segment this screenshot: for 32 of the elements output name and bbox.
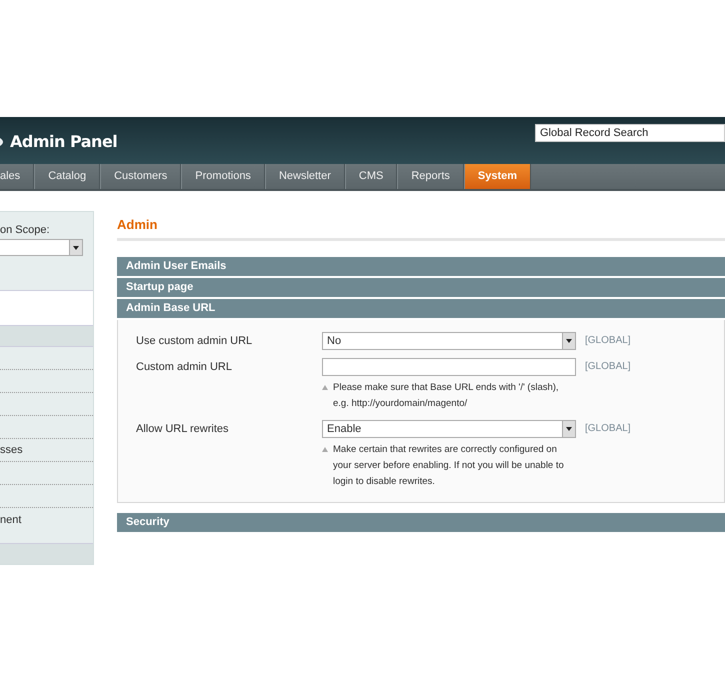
nav-tab[interactable]: ales — [0, 164, 34, 189]
field-label: Use custom admin URL — [136, 334, 254, 349]
nav-tab[interactable]: System — [464, 164, 532, 189]
scope-tag: [GLOBAL] — [585, 420, 631, 438]
nav-tab[interactable]: CMS — [344, 164, 398, 189]
scope-tag: [GLOBAL] — [585, 358, 631, 376]
triangle-icon — [322, 447, 328, 452]
scope-tag: [GLOBAL] — [585, 332, 631, 350]
search-field[interactable]: Global Record Search — [535, 124, 725, 142]
nav-tab[interactable]: Promotions — [181, 164, 265, 189]
nav-tab[interactable]: Customers — [100, 164, 182, 189]
triangle-icon — [322, 385, 328, 390]
sidebar-item[interactable]: sses — [0, 444, 23, 456]
section-header[interactable]: Admin User Emails — [117, 257, 725, 276]
select-field[interactable]: Enable — [322, 420, 576, 438]
logo-icon — [0, 136, 6, 146]
section-header[interactable]: Startup page — [117, 278, 725, 297]
section-header[interactable]: Security — [117, 513, 725, 532]
app-title: Admin Panel — [10, 132, 118, 151]
field-note: Please make sure that Base URL ends with '/' (slash), e.g. http://yourdomain/magento/ — [333, 381, 560, 411]
input-field[interactable] — [322, 358, 576, 376]
scope-label: on Scope: — [0, 224, 51, 236]
page-title: Admin — [117, 211, 725, 241]
nav-tab[interactable]: Catalog — [34, 164, 100, 189]
field-label: Custom admin URL — [136, 360, 233, 375]
sidebar-item[interactable]: nent — [0, 514, 22, 526]
section-header[interactable]: Admin Base URL — [117, 299, 725, 318]
scope-select[interactable] — [0, 239, 83, 256]
select-field[interactable]: No — [322, 332, 576, 350]
field-note: Make certain that rewrites are correctly configured on your server before enabling. If not you will be unable to login to disable rewrites. — [333, 443, 565, 489]
nav-tab[interactable]: Newsletter — [264, 164, 345, 189]
field-label: Allow URL rewrites — [136, 422, 230, 437]
